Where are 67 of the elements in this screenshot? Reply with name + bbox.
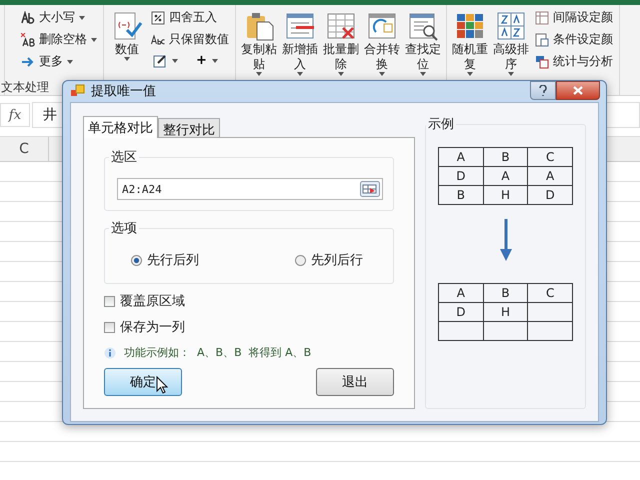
table-cell: B — [456, 188, 465, 202]
percent-icon — [151, 10, 165, 24]
table-cell: C — [546, 150, 554, 164]
radio-button[interactable]: 先列后行 — [295, 251, 363, 269]
sort-icon — [495, 10, 527, 42]
checkbox[interactable]: 保存为一列 — [104, 318, 394, 336]
table-cell: H — [500, 305, 510, 319]
info-text: 功能示例如： A、B、B 将得到 A、B — [124, 345, 312, 360]
down-arrow-icon — [498, 219, 512, 263]
help-button[interactable] — [530, 81, 556, 100]
ribbon-button[interactable]: 随机重复 — [451, 8, 489, 78]
abc-icon — [151, 32, 165, 46]
ribbon-button[interactable]: 更多 — [19, 52, 99, 71]
delete-space-icon — [21, 32, 35, 46]
column-header[interactable]: C — [0, 137, 49, 161]
ribbon-button[interactable]: 批量删除 — [322, 8, 360, 78]
ab-icon — [21, 10, 35, 24]
ribbon-button[interactable]: 间隔设定颜 — [533, 8, 615, 27]
tab[interactable]: 整行对比 — [158, 118, 220, 137]
dialog-button[interactable]: 退出 — [316, 368, 394, 396]
ribbon-button[interactable]: 四舍五入 — [149, 8, 231, 27]
radio-button[interactable]: 先行后列 — [131, 251, 199, 269]
group-label: 选区 — [110, 149, 138, 166]
ribbon-button[interactable]: 新增插入 — [281, 8, 319, 78]
ribbon-button[interactable]: 只保留数值 — [149, 30, 231, 49]
close-button[interactable] — [556, 81, 600, 100]
grid-icon — [535, 10, 549, 24]
range-picker-icon[interactable] — [360, 181, 380, 197]
mouse-pointer-icon — [156, 376, 168, 394]
table-cell: B — [501, 286, 510, 300]
ribbon-button[interactable]: 查找定位 — [404, 8, 442, 78]
app-icon — [71, 84, 85, 98]
tab[interactable]: 单元格对比 — [83, 116, 158, 138]
ribbon-button[interactable]: 大小写 — [19, 8, 99, 27]
ribbon-button[interactable]: 条件设定颜 — [533, 30, 615, 49]
group-label: 示例 — [427, 116, 455, 133]
ribbon-button[interactable]: 高级排序 — [492, 8, 530, 78]
table-cell: A — [546, 169, 554, 183]
info-icon — [104, 346, 116, 358]
checkbox[interactable]: 覆盖原区域 — [104, 292, 394, 310]
edit-icon — [153, 54, 167, 68]
chart-icon — [535, 54, 549, 68]
arrow-icon — [21, 54, 35, 68]
ribbon-button[interactable]: 统计与分析 — [533, 52, 615, 71]
document-icon — [535, 32, 549, 46]
table-cell: A — [456, 150, 465, 164]
function-button[interactable]: fx — [0, 103, 30, 127]
dialog-button[interactable]: 确定 — [104, 368, 182, 396]
ribbon-button[interactable]: 合并转换 — [363, 8, 401, 78]
ribbon-button[interactable]: 复制粘贴 — [240, 8, 278, 78]
range-field[interactable]: A2:A24 — [117, 178, 383, 200]
table-cell: A — [501, 169, 510, 183]
ribbon-button[interactable]: 删除空格 — [19, 30, 99, 49]
table-cell: D — [456, 169, 466, 183]
ribbon-tool-button[interactable]: + — [194, 52, 220, 69]
help-icon — [539, 85, 547, 96]
table-cell: A — [456, 286, 465, 300]
group-label: 选项 — [110, 220, 138, 237]
group-label: 文本处理 — [1, 79, 49, 95]
ribbon-button[interactable]: 数值 — [108, 8, 146, 63]
table-cell: C — [546, 286, 554, 300]
close-icon — [573, 86, 583, 95]
window-title: 提取唯一值 — [91, 82, 157, 100]
table-cell: B — [501, 150, 510, 164]
table-cell: D — [456, 305, 466, 319]
table-cell: D — [546, 188, 555, 202]
table-cell: H — [500, 188, 510, 202]
